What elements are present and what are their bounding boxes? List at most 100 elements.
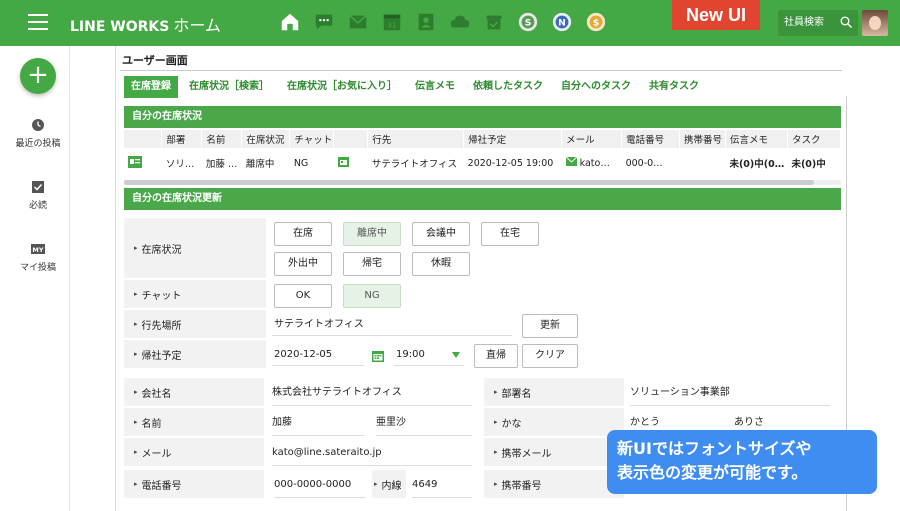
direct-home-button[interactable]: 直帰 bbox=[474, 344, 518, 368]
column-header: 在席状況 bbox=[241, 130, 291, 148]
status-present-button[interactable]: 在席 bbox=[274, 222, 332, 246]
status-meeting-button[interactable]: 会議中 bbox=[412, 222, 470, 246]
add-post-button[interactable]: + bbox=[20, 58, 56, 94]
divider bbox=[115, 46, 116, 511]
status-leave-button[interactable]: 帰宅 bbox=[343, 252, 401, 276]
calendar-icon[interactable]: 31 bbox=[380, 10, 404, 34]
cell-message: 未(0)中(0… bbox=[729, 159, 785, 170]
status-out-button[interactable]: 外出中 bbox=[274, 252, 332, 276]
tab-shared-tasks[interactable]: 共有タスク bbox=[642, 76, 706, 98]
column-header: 伝言メモ bbox=[725, 130, 788, 148]
page-title: ユーザー画面 bbox=[122, 54, 188, 67]
cell-name: 加藤 … bbox=[205, 159, 238, 170]
column-header: 帰社予定 bbox=[463, 130, 563, 148]
name-label: 名前 bbox=[124, 408, 264, 436]
hamburger-menu-icon[interactable] bbox=[28, 14, 48, 32]
dept-value: ソリューション事業部 bbox=[630, 380, 830, 406]
mail-value: kato@line.sateraito.jp bbox=[272, 440, 472, 466]
company-value: 株式会社サテライトオフィス bbox=[272, 380, 472, 406]
location-label: 行先場所 bbox=[124, 310, 266, 338]
my-status-table: 部署 名前 在席状況 チャット 行先 帰社予定 メール 電話番号 携帯番号 伝言… bbox=[124, 130, 842, 178]
chat-ok-button[interactable]: OK bbox=[274, 284, 332, 308]
status-holiday-button[interactable]: 休暇 bbox=[412, 252, 470, 276]
calendar-small-icon[interactable] bbox=[334, 148, 368, 178]
chat-label: チャット bbox=[124, 280, 266, 308]
column-header: 電話番号 bbox=[621, 130, 680, 148]
rail-item-label: 最近の投稿 bbox=[15, 139, 61, 149]
tab-presence-favorites[interactable]: 在席状況［お気に入り］ bbox=[280, 76, 404, 98]
column-header: チャット bbox=[289, 130, 335, 148]
calendar-picker-icon[interactable] bbox=[372, 350, 384, 362]
my-icon: MY bbox=[31, 244, 45, 254]
company-label: 会社名 bbox=[124, 378, 264, 406]
cell-mail[interactable]: kato… bbox=[562, 148, 622, 178]
svg-text:MY: MY bbox=[32, 246, 43, 254]
column-header bbox=[124, 130, 163, 148]
column-header: メール bbox=[561, 130, 623, 148]
column-header bbox=[333, 130, 369, 148]
svg-text:N: N bbox=[558, 18, 566, 29]
tab-presence-search[interactable]: 在席状況［検索］ bbox=[182, 76, 276, 98]
s-app-icon[interactable]: S bbox=[516, 10, 540, 34]
extension-value: 4649 bbox=[412, 472, 472, 498]
status-update-header: 自分の在席状況更新 bbox=[124, 188, 841, 210]
callout-line: 表示色の変更が可能です。 bbox=[617, 463, 808, 482]
coin-app-icon[interactable]: $ bbox=[584, 10, 608, 34]
dept-label: 部署名 bbox=[484, 378, 624, 406]
page-name: ホーム bbox=[173, 16, 221, 35]
employee-search-label: 社員検索 bbox=[784, 17, 824, 28]
update-button[interactable]: 更新 bbox=[522, 314, 578, 338]
rail-item-label: マイ投稿 bbox=[19, 263, 56, 273]
phone-value: 000-0000-0000 bbox=[274, 472, 366, 498]
location-input[interactable]: サテライトオフィス bbox=[272, 314, 512, 336]
home-icon[interactable] bbox=[278, 10, 302, 34]
column-header: 行先 bbox=[367, 130, 465, 148]
svg-text:S: S bbox=[525, 18, 532, 29]
user-avatar[interactable] bbox=[862, 10, 888, 36]
tab-messages[interactable]: 伝言メモ bbox=[408, 76, 462, 98]
table-row[interactable]: ソリ… 加藤 … 離席中 NG サテライトオフィス 2020-12-05 19:… bbox=[124, 148, 841, 178]
app-brand[interactable]: LINE WORKS ホーム bbox=[70, 12, 221, 36]
status-away-button[interactable]: 離席中 bbox=[343, 222, 401, 246]
app-icon-bar: 31 S N $ bbox=[278, 10, 608, 34]
clock-icon bbox=[32, 119, 44, 131]
n-app-icon[interactable]: N bbox=[550, 10, 574, 34]
horizontal-scrollbar[interactable] bbox=[124, 180, 841, 185]
tab-requested-tasks[interactable]: 依頼したタスク bbox=[466, 76, 550, 98]
tab-my-tasks[interactable]: 自分へのタスク bbox=[554, 76, 638, 98]
cell-mobile bbox=[679, 148, 725, 178]
cell-destination: サテライトオフィス bbox=[371, 159, 458, 170]
chat-icon[interactable] bbox=[312, 10, 336, 34]
box-icon[interactable] bbox=[482, 10, 506, 34]
clear-button[interactable]: クリア bbox=[522, 344, 578, 368]
cell-phone: 000-0… bbox=[625, 157, 663, 169]
callout-line: 新UIではフォントサイズや bbox=[617, 439, 812, 458]
mobile-mail-label: 携帯メール bbox=[484, 438, 624, 466]
return-label: 帰社予定 bbox=[124, 340, 266, 368]
rail-item-recent[interactable]: 最近の投稿 bbox=[0, 118, 76, 149]
mail-icon[interactable] bbox=[346, 10, 370, 34]
status-label: 在席状況 bbox=[124, 218, 266, 278]
chat-ng-button[interactable]: NG bbox=[343, 284, 401, 308]
svg-text:$: $ bbox=[593, 18, 599, 29]
new-ui-badge: New UI bbox=[672, 0, 760, 30]
phone-label: 電話番号 bbox=[124, 470, 264, 498]
top-bar: LINE WORKS ホーム 31 S N $ 社員検索 bbox=[0, 0, 900, 46]
mail-label: メール bbox=[124, 438, 264, 466]
search-icon bbox=[840, 16, 852, 28]
drive-icon[interactable] bbox=[448, 10, 472, 34]
chevron-down-icon[interactable] bbox=[452, 352, 460, 358]
cell-return: 2020-12-05 19:00 bbox=[467, 157, 554, 169]
contacts-icon[interactable] bbox=[414, 10, 438, 34]
rail-item-must-read[interactable]: 必読 bbox=[0, 180, 76, 211]
rail-item-my-posts[interactable]: MY マイ投稿 bbox=[0, 242, 76, 273]
employee-search-input[interactable]: 社員検索 bbox=[778, 10, 858, 36]
status-home-button[interactable]: 在宅 bbox=[481, 222, 539, 246]
mail-small-icon bbox=[565, 156, 577, 166]
column-header: 部署 bbox=[161, 130, 203, 148]
column-header: タスク bbox=[787, 130, 842, 148]
brand-name: LINE WORKS bbox=[70, 19, 170, 35]
return-date-input[interactable]: 2020-12-05 bbox=[272, 344, 364, 366]
tab-presence-register[interactable]: 在席登録 bbox=[124, 76, 178, 98]
id-card-icon[interactable] bbox=[124, 148, 162, 178]
